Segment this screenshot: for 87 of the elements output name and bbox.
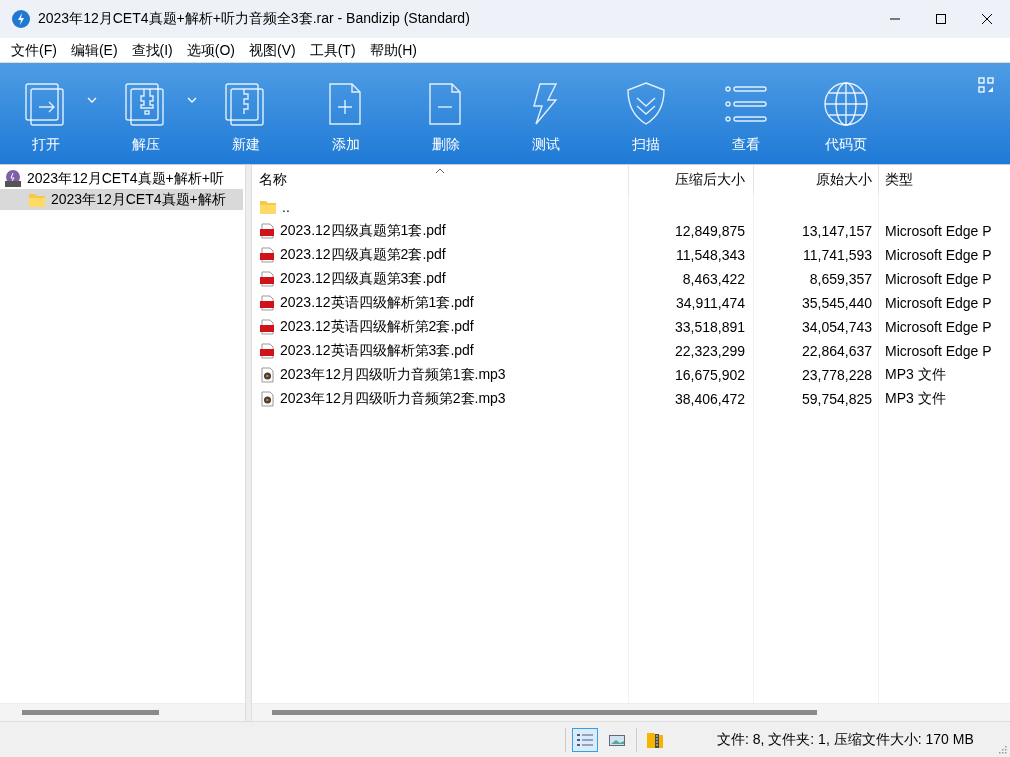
folder-icon — [28, 191, 46, 208]
menu-item[interactable]: 编辑(E) — [63, 38, 125, 62]
original-size: 59,754,825 — [801, 391, 872, 407]
menu-item[interactable]: 文件(F) — [4, 38, 64, 62]
file-type: Microsoft Edge P — [885, 223, 992, 239]
pdf-file-icon — [259, 319, 275, 335]
file-name: 2023.12四级真题第1套.pdf — [280, 222, 446, 240]
file-name: 2023.12英语四级解析第3套.pdf — [280, 342, 474, 360]
file-row[interactable]: 2023.12英语四级解析第2套.pdf 33,518,891 34,054,743 Microsoft Edge P — [252, 315, 1010, 339]
file-row[interactable]: .. — [252, 195, 1010, 219]
file-row[interactable]: 2023年12月四级听力音频第1套.mp3 16,675,902 23,778,228 MP3 文件 — [252, 363, 1010, 387]
packed-size: 33,518,891 — [674, 319, 745, 335]
scrollbar-thumb[interactable] — [272, 710, 817, 715]
file-row[interactable]: 2023.12四级真题第2套.pdf 11,548,343 11,741,593 Microsoft Edge P — [252, 243, 1010, 267]
archive-icon — [4, 169, 22, 188]
file-name: 2023.12英语四级解析第2套.pdf — [280, 318, 474, 336]
pdf-file-icon — [259, 223, 275, 239]
packed-size: 8,463,422 — [682, 271, 745, 287]
menu-item[interactable]: 选项(O) — [179, 38, 242, 62]
packed-size: 11,548,343 — [675, 247, 745, 263]
file-name: 2023年12月四级听力音频第1套.mp3 — [280, 366, 506, 384]
packed-size: 34,911,474 — [675, 295, 745, 311]
file-name: 2023.12英语四级解析第1套.pdf — [280, 294, 474, 312]
tree-item[interactable]: 2023年12月CET4真题+解析 — [0, 189, 243, 210]
file-type: Microsoft Edge P — [885, 247, 992, 263]
audio-file-icon — [259, 391, 275, 407]
status-text: 文件: 8, 文件夹: 1, 压缩文件大小: 170 MB — [717, 730, 974, 749]
pdf-file-icon — [259, 295, 275, 311]
original-size: 13,147,157 — [801, 223, 872, 239]
original-size: 11,741,593 — [802, 247, 872, 263]
sort-caret-icon — [435, 168, 445, 174]
file-type: MP3 文件 — [885, 366, 946, 384]
app-logo-icon — [12, 10, 30, 28]
toolbar-button[interactable]: 查看 — [706, 80, 786, 158]
list-view-icon — [576, 731, 594, 748]
pane-splitter[interactable] — [245, 165, 252, 721]
file-name: 2023.12四级真题第3套.pdf — [280, 270, 446, 288]
globe-icon — [822, 80, 870, 128]
original-size: 22,864,637 — [801, 343, 872, 359]
menu-item[interactable]: 查找(I) — [124, 38, 180, 62]
audio-file-icon — [259, 367, 275, 383]
packed-size: 16,675,902 — [674, 367, 745, 383]
toolbar-button[interactable]: 打开 — [6, 80, 86, 158]
chevron-down-icon — [87, 97, 97, 103]
original-size: 23,778,228 — [801, 367, 872, 383]
file-row[interactable]: 2023.12四级真题第3套.pdf 8,463,422 8,659,357 Microsoft Edge P — [252, 267, 1010, 291]
toolbar-button[interactable]: 添加 — [306, 80, 386, 158]
tree-item[interactable]: 2023年12月CET4真题+解析+听 — [0, 168, 245, 189]
file-type: Microsoft Edge P — [885, 295, 992, 311]
details-view-button[interactable] — [572, 727, 598, 752]
toolbar-button[interactable]: 解压 — [106, 80, 186, 158]
pdf-file-icon — [259, 271, 275, 287]
close-icon — [981, 13, 993, 25]
file-row[interactable]: 2023年12月四级听力音频第2套.mp3 38,406,472 59,754,825 MP3 文件 — [252, 387, 1010, 411]
pdf-file-icon — [259, 247, 275, 263]
packed-size: 12,849,875 — [674, 223, 745, 239]
file-type: Microsoft Edge P — [885, 319, 992, 335]
packed-size: 22,323,299 — [674, 343, 745, 359]
file-row[interactable]: 2023.12四级真题第1套.pdf 12,849,875 13,147,157 Microsoft Edge P — [252, 219, 1010, 243]
pdf-file-icon — [259, 343, 275, 359]
toolbar-button[interactable]: 删除 — [406, 80, 486, 158]
file-name: 2023.12四级真题第2套.pdf — [280, 246, 446, 264]
file-name: .. — [282, 199, 290, 215]
file-type: Microsoft Edge P — [885, 271, 992, 287]
file-type: MP3 文件 — [885, 390, 946, 408]
file-name: 2023年12月四级听力音频第2套.mp3 — [280, 390, 506, 408]
folder-icon — [259, 199, 277, 215]
menu-item[interactable]: 帮助(H) — [362, 38, 424, 62]
packed-size: 38,406,472 — [674, 391, 745, 407]
toolbar-button[interactable]: 代码页 — [806, 80, 886, 158]
file-type: Microsoft Edge P — [885, 343, 992, 359]
chevron-down-icon — [187, 97, 197, 103]
layout-icon[interactable] — [978, 77, 994, 93]
toolbar-button[interactable]: 测试 — [506, 80, 586, 158]
toolbar-button[interactable]: 新建 — [206, 80, 286, 158]
original-size: 34,054,743 — [801, 319, 872, 335]
window-title: 2023年12月CET4真题+解析+听力音频全3套.rar - Bandizip (Standard) — [38, 10, 471, 28]
scrollbar-thumb[interactable] — [22, 710, 159, 715]
toolbar-button[interactable]: 扫描 — [606, 80, 686, 158]
file-row[interactable]: 2023.12英语四级解析第1套.pdf 34,911,474 35,545,440 Microsoft Edge P — [252, 291, 1010, 315]
menu-item[interactable]: 视图(V) — [242, 38, 303, 62]
menu-item[interactable]: 工具(T) — [302, 38, 363, 62]
original-size: 35,545,440 — [801, 295, 872, 311]
file-row[interactable]: 2023.12英语四级解析第3套.pdf 22,323,299 22,864,637 Microsoft Edge P — [252, 339, 1010, 363]
original-size: 8,659,357 — [809, 271, 872, 287]
maximize-icon — [935, 13, 947, 25]
resize-grip-icon[interactable] — [997, 744, 1007, 754]
